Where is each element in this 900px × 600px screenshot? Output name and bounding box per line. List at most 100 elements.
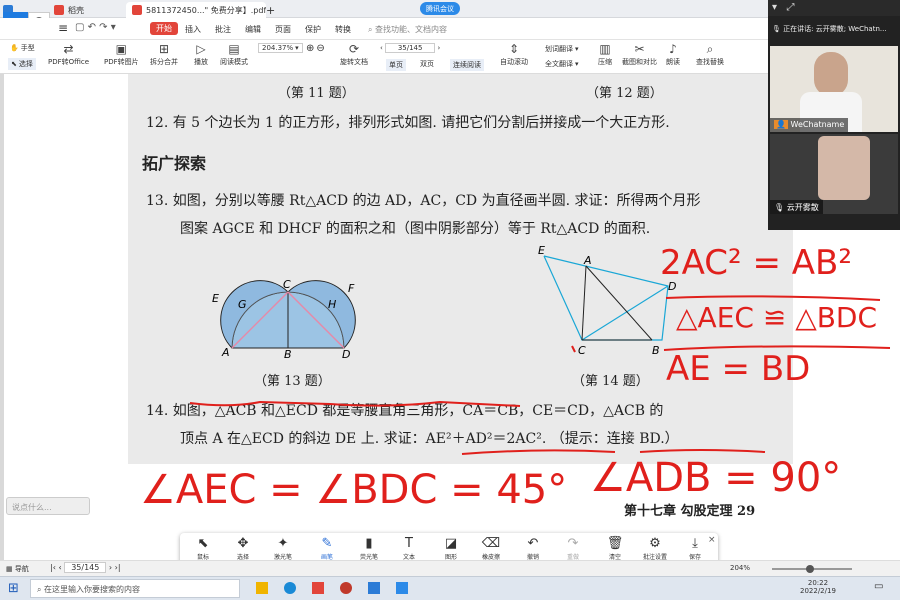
mic-icon: 🎙: [772, 25, 781, 33]
zoom-in-icon[interactable]: ⊕: [306, 43, 314, 54]
menu-edit[interactable]: 编辑: [245, 24, 261, 35]
full-translate-button[interactable]: 全文翻译 ▾: [545, 59, 579, 69]
search-input[interactable]: ⌕ 查找功能、文档内容: [368, 24, 447, 35]
fig13-label-d: D: [342, 348, 350, 358]
taskbar: ⊞ ⌕ 在这里输入你要搜索的内容 20:22 2022/2/19 ▭: [0, 576, 900, 600]
menu-convert[interactable]: 转换: [335, 24, 351, 35]
menu-insert[interactable]: 插入: [185, 24, 201, 35]
handwriting-line-5: ∠ADB = 90°: [590, 455, 842, 501]
notification-icon[interactable]: ▭: [874, 581, 883, 592]
tool-eraser[interactable]: ⌫ 橡皮擦: [472, 536, 510, 561]
windows-start-icon[interactable]: ⊞: [8, 581, 19, 596]
double-page-button[interactable]: 双页: [420, 59, 434, 69]
user-icon: 👤: [774, 120, 788, 129]
read-mode-button[interactable]: ▤ 阅读模式: [220, 42, 248, 67]
zoom-slider-thumb[interactable]: [806, 565, 814, 573]
pen-icon: ✎: [321, 536, 333, 551]
meeting-badge[interactable]: 腾讯会议: [420, 2, 460, 15]
video-tile-1[interactable]: 👤 WeChatname: [770, 46, 898, 132]
next-page-icon[interactable]: ›: [437, 44, 440, 52]
fig14-label-b: B: [652, 344, 660, 357]
single-page-button[interactable]: 单页: [386, 59, 406, 71]
new-tab-button[interactable]: +: [266, 2, 280, 18]
menu-annotate[interactable]: 批注: [215, 24, 231, 35]
scroll-icon: ⇕: [508, 42, 520, 56]
fig13-label-f: F: [348, 282, 355, 295]
tool-mouse[interactable]: ⬉ 鼠标: [184, 536, 222, 561]
menu-page[interactable]: 页面: [275, 24, 291, 35]
translate-button[interactable]: 划词翻译 ▾: [545, 44, 579, 54]
page-input[interactable]: 35/145: [384, 43, 436, 53]
caption-14: （第 14 题）: [572, 374, 649, 389]
participant-face-2: [818, 136, 870, 200]
wps-icon[interactable]: [312, 582, 324, 594]
question-14-line2: 顶点 A 在△ECD 的斜边 DE 上. 求证：AE²＋AD²＝2AC². （提…: [180, 431, 679, 447]
app-icon-blue[interactable]: [368, 582, 380, 594]
close-annotation-icon[interactable]: ×: [708, 535, 716, 545]
read-aloud-button[interactable]: ♪ 朗读: [666, 42, 680, 67]
compress-button[interactable]: ▥ 压缩: [598, 42, 612, 67]
quick-access-icons[interactable]: ▢ ↶ ↷ ▾: [75, 22, 116, 33]
video-tile-2[interactable]: 🎙 云开雾散: [770, 134, 898, 214]
auto-scroll-button[interactable]: ⇕ 自动滚动: [500, 42, 528, 67]
tool-laser[interactable]: ✦ 激光笔: [264, 536, 302, 561]
zoom-buttons[interactable]: ⊕ ⊖: [306, 43, 325, 54]
comment-input[interactable]: 说点什么...: [6, 497, 90, 515]
daoke-icon: [54, 5, 64, 15]
tool-shape[interactable]: ◪ 图形: [432, 536, 470, 561]
fig13-label-h: H: [328, 298, 336, 311]
tab-pdf[interactable]: 5811372450..." 免费分享】.pdf×: [126, 2, 266, 18]
hamburger-icon[interactable]: ≡: [58, 21, 68, 35]
screenshot-button[interactable]: ✂ 截图和对比: [622, 42, 657, 67]
prev-page-icon[interactable]: ‹: [380, 44, 383, 52]
explorer-icon[interactable]: [256, 582, 268, 594]
clear-button[interactable]: 🗑 清空: [596, 536, 634, 561]
menu-start[interactable]: 开始: [150, 22, 178, 35]
tool-select[interactable]: ✥ 选择: [224, 536, 262, 561]
rotate-button[interactable]: ⟳ 旋转文档: [340, 42, 368, 67]
find-replace-button[interactable]: ⌕ 查找替换: [696, 42, 724, 67]
trash-icon: 🗑: [606, 536, 624, 551]
fig13-label-g: G: [238, 298, 247, 311]
tool-pen[interactable]: ✎ 画笔: [308, 536, 346, 561]
caption-13: （第 13 题）: [254, 374, 331, 389]
redo-button[interactable]: ↷ 重做: [554, 536, 592, 561]
continuous-button[interactable]: 连续阅读: [450, 59, 484, 71]
undo-button[interactable]: ↶ 撤销: [514, 536, 552, 561]
annot-settings-button[interactable]: ⚙ 批注设置: [636, 536, 674, 561]
highlighter-icon: ▮: [365, 536, 373, 551]
zoom-level[interactable]: 204%: [730, 564, 750, 572]
handwriting-line-2: △AEC ≌ △BDC: [676, 301, 878, 334]
select-tool[interactable]: ⬉ 选择: [8, 58, 36, 70]
tool-highlighter[interactable]: ▮ 荧光笔: [350, 536, 388, 561]
book-icon: ▤: [228, 42, 240, 56]
taskbar-search[interactable]: ⌕ 在这里输入你要搜索的内容: [30, 579, 240, 598]
left-scroll-gutter: [0, 74, 4, 560]
handwriting-line-4: ∠AEC = ∠BDC = 45°: [140, 467, 568, 513]
pdf-to-office-button[interactable]: ⇄ PDF转Office: [48, 42, 89, 67]
tab-daoke[interactable]: 稻壳: [48, 2, 120, 18]
play-button[interactable]: ▷ 播放: [194, 42, 208, 67]
nav-button[interactable]: ▦ 导航: [6, 564, 29, 574]
cursor-icon: ⬉: [11, 60, 17, 68]
tool-text[interactable]: T 文本: [390, 536, 428, 561]
zoom-select[interactable]: 204.37% ▾: [258, 43, 303, 53]
menu-protect[interactable]: 保护: [305, 24, 321, 35]
status-bar: ▦ 导航 |‹ ‹ 35/145 › ›| 204%: [0, 560, 900, 576]
app-icon-red[interactable]: [340, 582, 352, 594]
clock[interactable]: 20:22 2022/2/19: [800, 579, 836, 595]
handwriting-line-3: AE = BD: [666, 349, 811, 389]
meeting-app-icon[interactable]: [396, 582, 408, 594]
edge-icon[interactable]: [284, 582, 296, 594]
fig13-label-e: E: [212, 292, 219, 305]
hand-icon: ✋: [10, 44, 19, 52]
sidebar-controls[interactable]: ▾ ⤢: [768, 0, 900, 16]
split-merge-button[interactable]: ⊞ 拆分合并: [150, 42, 178, 67]
hand-tool[interactable]: ✋ 手型: [10, 43, 35, 53]
question-14-line1: 14. 如图，△ACB 和△ECD 都是等腰直角三角形，CA＝CB，CE＝CD，…: [146, 403, 664, 419]
page-nav[interactable]: ‹ 35/145 ›: [380, 43, 440, 53]
zoom-out-icon[interactable]: ⊖: [316, 43, 324, 54]
pdf-to-image-button[interactable]: ▣ PDF转图片: [104, 42, 139, 67]
page-nav-status[interactable]: |‹ ‹ 35/145 › ›|: [50, 562, 121, 573]
rotate-icon: ⟳: [348, 42, 360, 56]
